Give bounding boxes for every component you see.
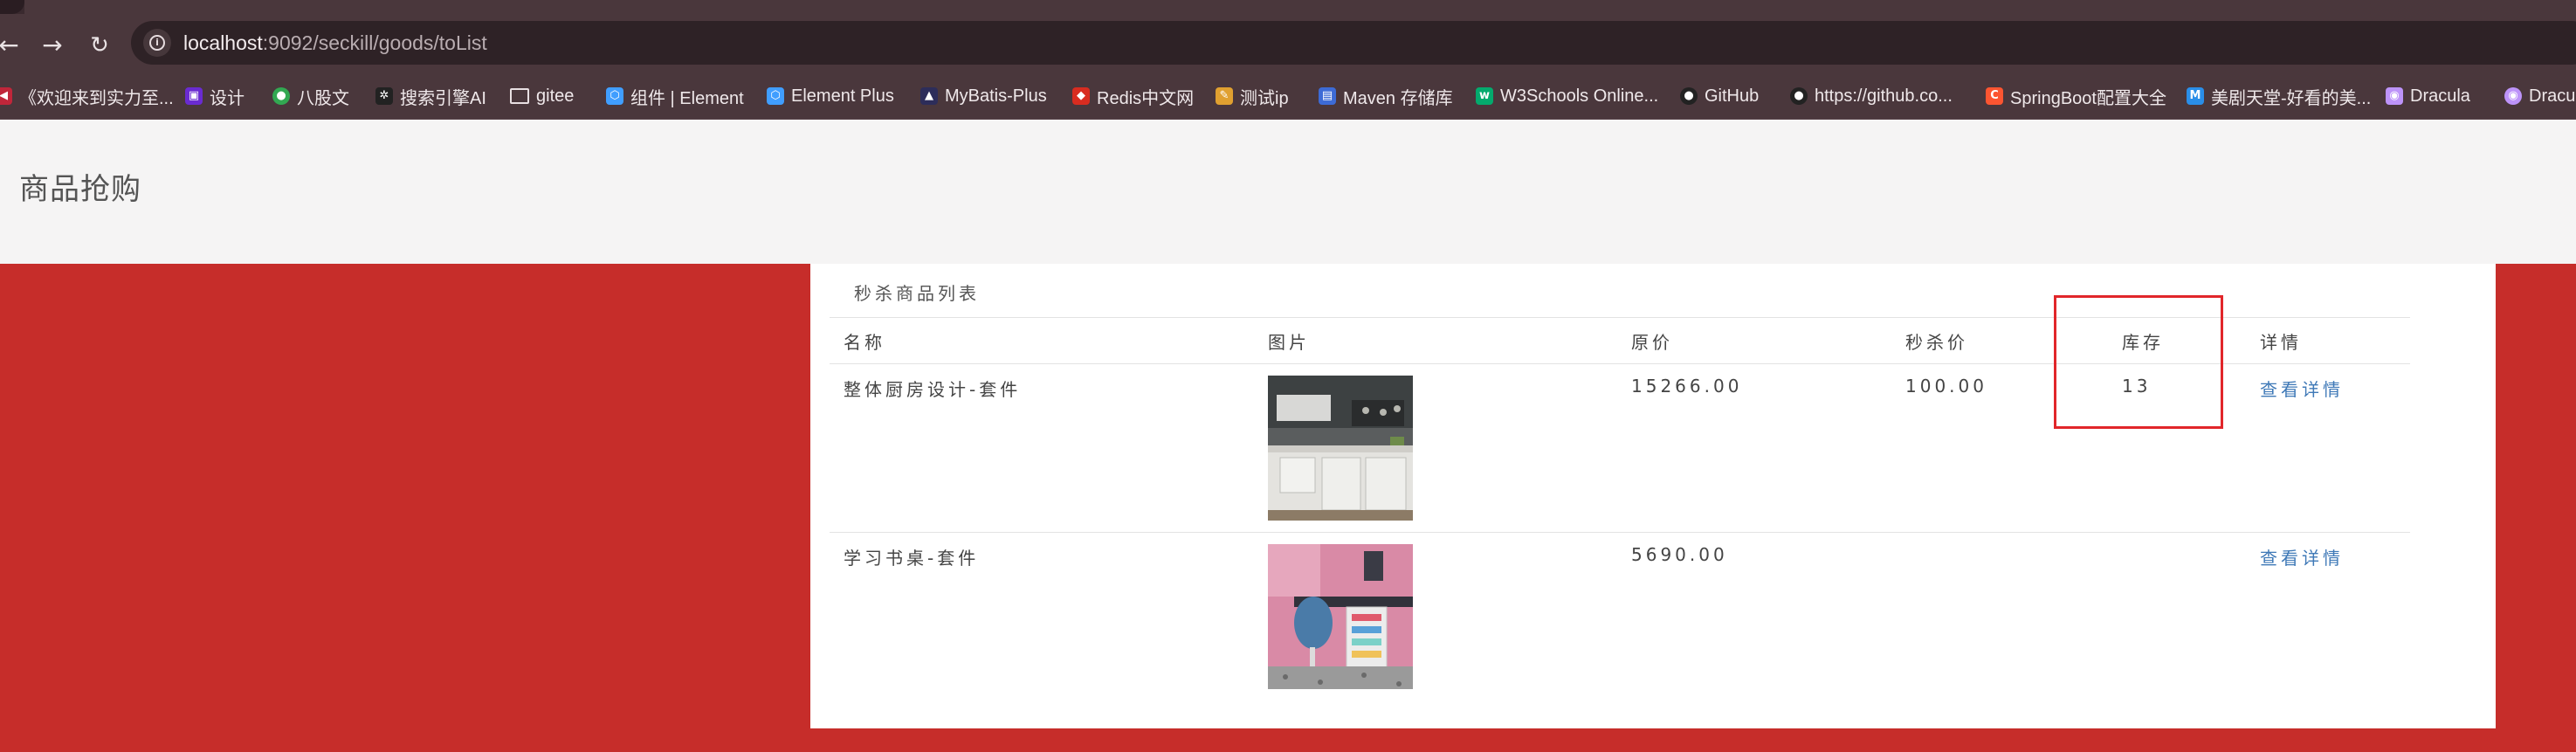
bookmark-label: 八股文 — [297, 88, 349, 108]
bookmark-label: Element Plus — [791, 86, 894, 106]
mybatis-icon: ▲ — [920, 87, 938, 105]
header-name: 名称 — [844, 332, 885, 353]
site-info-icon[interactable]: i — [143, 29, 171, 57]
header-detail: 详情 — [2260, 332, 2302, 353]
bookmark-item[interactable]: ◀ 《欢迎来到实力至... — [0, 83, 174, 109]
folder-icon — [510, 88, 529, 104]
bookmark-label: Redis中文网 — [1097, 88, 1195, 108]
url-text[interactable]: localhost:9092/seckill/goods/toList — [183, 30, 487, 56]
bookmark-item[interactable]: ▤ Maven 存储库 — [1319, 83, 1453, 109]
bookmarks-bar: ◀ 《欢迎来到实力至... ▣ 设计 ● 八股文 ✲ 搜索引擎AI gitee ⬡ 组件 … — [0, 73, 2576, 120]
header-price: 原价 — [1631, 332, 1673, 353]
original-price: 15266.00 — [1631, 376, 1743, 397]
back-arrow-icon[interactable]: ← — [0, 30, 24, 61]
seckill-price: 100.00 — [1905, 376, 1987, 397]
bookmark-item[interactable]: ◉ Dracula — [2386, 83, 2470, 109]
maven-icon: ▤ — [1319, 87, 1336, 105]
url-host: localhost — [183, 31, 263, 54]
annotation-highlight-box — [2054, 295, 2223, 429]
goods-panel: 秒杀商品列表 名称 图片 原价 秒杀价 库存 详情 整体厨房设计-套件 1526… — [810, 264, 2496, 728]
bookmark-label: 测试ip — [1240, 88, 1289, 108]
page-title: 商品抢购 — [19, 172, 141, 207]
kitchen-photo — [1268, 376, 1413, 521]
bookmark-item[interactable]: ⬡ 组件 | Element — [606, 83, 744, 109]
ai-icon: ✲ — [375, 87, 393, 105]
original-price: 5690.00 — [1631, 544, 1728, 565]
bookmark-item[interactable]: M 美剧天堂-好看的美... — [2187, 83, 2371, 109]
address-bar[interactable]: i localhost:9092/seckill/goods/toList — [131, 21, 2576, 65]
active-tab[interactable] — [24, 0, 2576, 14]
bookmark-item[interactable]: ✎ 测试ip — [1216, 83, 1289, 109]
flag-icon: ◀ — [0, 87, 12, 105]
bookmark-item[interactable]: ✲ 搜索引擎AI — [375, 83, 486, 109]
tv-icon: M — [2187, 87, 2204, 105]
header-image: 图片 — [1268, 332, 1310, 353]
bookmark-item[interactable]: gitee — [510, 83, 574, 109]
panel-title: 秒杀商品列表 — [854, 283, 980, 304]
bookmark-item[interactable]: w W3Schools Online... — [1476, 83, 1658, 109]
bookmark-label: gitee — [536, 86, 575, 106]
bookmark-item[interactable]: ▲ MyBatis-Plus — [920, 83, 1047, 109]
bookmark-item[interactable]: ▣ 设计 — [185, 83, 245, 109]
bookmark-item[interactable]: ◆ Redis中文网 — [1072, 83, 1194, 109]
divider — [830, 532, 2410, 533]
url-path: :9092/seckill/goods/toList — [262, 31, 487, 54]
bookmark-label: Dracula — [2410, 86, 2470, 106]
bookmark-label: MyBatis-Plus — [945, 86, 1047, 106]
bookmark-label: GitHub — [1705, 86, 1760, 106]
github-icon: ● — [1790, 87, 1808, 105]
bookmark-label: https://github.co... — [1815, 86, 1953, 106]
bookmark-label: Dracu — [2529, 86, 2576, 106]
bookmark-label: 美剧天堂-好看的美... — [2211, 88, 2372, 108]
bookmark-label: Maven 存储库 — [1343, 88, 1453, 108]
bookmark-item[interactable]: ● https://github.co... — [1790, 83, 1953, 109]
page-header: 商品抢购 — [0, 120, 2576, 264]
tab-edge — [0, 0, 24, 14]
tab-strip — [0, 0, 2576, 14]
bookmark-label: 设计 — [210, 88, 245, 108]
bookmark-item[interactable]: C SpringBoot配置大全 — [1986, 83, 2166, 109]
tool-icon: ✎ — [1216, 87, 1233, 105]
design-icon: ▣ — [185, 87, 203, 105]
bookmark-label: SpringBoot配置大全 — [2010, 88, 2166, 108]
redis-icon: ◆ — [1072, 87, 1090, 105]
github-icon: ● — [1680, 87, 1698, 105]
dracula-icon: ◉ — [2386, 87, 2403, 105]
view-detail-link[interactable]: 查看详情 — [2260, 544, 2344, 569]
goods-name: 整体厨房设计-套件 — [844, 379, 1022, 400]
dracula-icon: ◉ — [2504, 87, 2522, 105]
bookmark-label: 搜索引擎AI — [400, 88, 486, 108]
desk-photo — [1268, 544, 1413, 689]
bookmark-item[interactable]: ⬡ Element Plus — [767, 83, 894, 109]
bookmark-item[interactable]: ● GitHub — [1680, 83, 1759, 109]
leaf-icon: ● — [272, 87, 290, 105]
browser-toolbar: ← → ↻ i localhost:9092/seckill/goods/toL… — [0, 14, 2576, 73]
w3schools-icon: w — [1476, 87, 1493, 105]
header-seckill-price: 秒杀价 — [1905, 332, 1968, 353]
goods-name: 学习书桌-套件 — [844, 548, 980, 569]
element-icon: ⬡ — [606, 87, 623, 105]
bookmark-item[interactable]: ◉ Dracu — [2504, 83, 2575, 109]
bookmark-item[interactable]: ● 八股文 — [272, 83, 349, 109]
view-detail-link[interactable]: 查看详情 — [2260, 376, 2344, 401]
forward-arrow-icon[interactable]: → — [37, 30, 68, 61]
csdn-icon: C — [1986, 87, 2003, 105]
bookmark-label: W3Schools Online... — [1500, 86, 1659, 106]
bookmark-label: 组件 | Element — [630, 88, 744, 108]
reload-icon[interactable]: ↻ — [84, 30, 115, 61]
element-plus-icon: ⬡ — [767, 87, 784, 105]
bookmark-label: 《欢迎来到实力至... — [19, 88, 174, 108]
